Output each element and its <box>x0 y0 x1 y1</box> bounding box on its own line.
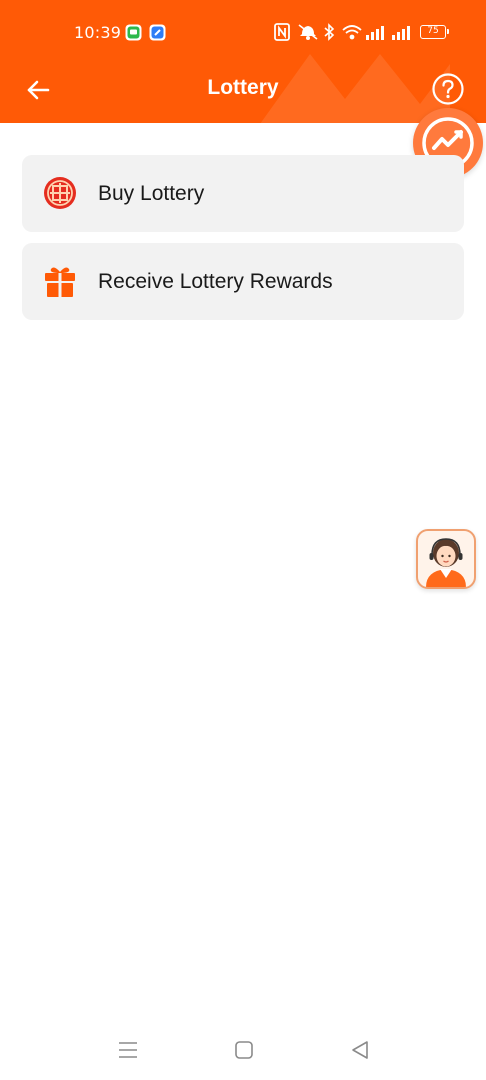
bluetooth-icon <box>324 23 335 41</box>
signal-icon <box>392 26 410 40</box>
messages-app-icon <box>125 24 142 41</box>
menu-item-receive-rewards[interactable]: Receive Lottery Rewards <box>22 243 464 320</box>
question-circle-icon <box>432 73 464 105</box>
page-title: Lottery <box>207 76 279 99</box>
lottery-coin-icon <box>44 177 76 209</box>
help-button[interactable] <box>431 72 465 106</box>
menu-lines-icon[interactable] <box>116 1038 140 1062</box>
system-navigation-bar <box>0 1020 486 1080</box>
customer-service-avatar-icon <box>426 538 466 587</box>
status-time: 10:39 <box>74 23 122 42</box>
menu-item-label: Buy Lottery <box>98 182 205 205</box>
nfc-icon <box>274 23 290 41</box>
gift-icon <box>45 267 75 297</box>
back-triangle-icon[interactable] <box>348 1038 372 1062</box>
menu-item-buy-lottery[interactable]: Buy Lottery <box>22 155 464 232</box>
status-bar: 10:39 75 <box>0 0 486 64</box>
menu-item-label: Receive Lottery Rewards <box>98 270 333 293</box>
app-header: 10:39 75 Lottery <box>0 0 486 123</box>
signal-icon <box>366 26 384 40</box>
blue-app-icon <box>149 24 166 41</box>
home-square-icon[interactable] <box>232 1038 256 1062</box>
mute-icon <box>298 24 318 40</box>
battery-icon: 75 <box>420 25 449 39</box>
wifi-icon <box>342 25 362 40</box>
customer-service-button[interactable] <box>416 529 476 589</box>
